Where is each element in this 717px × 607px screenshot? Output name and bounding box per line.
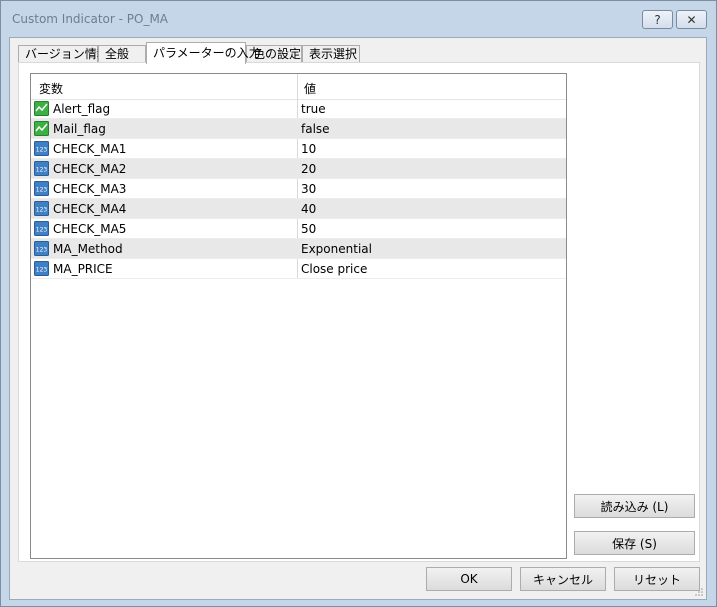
param-value[interactable]: 50 (301, 222, 316, 236)
svg-text:123: 123 (36, 167, 48, 174)
load-button[interactable]: 読み込み (L) (574, 494, 695, 518)
header-value: 値 (304, 82, 317, 96)
param-value[interactable]: 10 (301, 142, 316, 156)
ok-button[interactable]: OK (426, 567, 512, 591)
cancel-button[interactable]: キャンセル (520, 567, 606, 591)
param-name: CHECK_MA1 (53, 142, 127, 156)
tab-version-info[interactable]: バージョン情報 (18, 45, 109, 63)
dialog-content: バージョン情報 全般 パラメーターの入力 色の設定 表示選択 変数 値 Aler… (9, 37, 707, 600)
param-value[interactable]: 30 (301, 182, 316, 196)
param-value[interactable]: 20 (301, 162, 316, 176)
parameters-panel: 変数 値 Alert_flag true Mail_flag false 123… (18, 62, 700, 562)
table-header: 変数 値 (31, 74, 566, 100)
param-name: CHECK_MA4 (53, 202, 127, 216)
param-value[interactable]: 40 (301, 202, 316, 216)
param-name: CHECK_MA5 (53, 222, 127, 236)
close-button[interactable]: ✕ (676, 10, 707, 29)
bool-icon (34, 121, 49, 136)
svg-text:123: 123 (36, 227, 48, 234)
param-name: MA_Method (53, 242, 123, 256)
svg-text:123: 123 (36, 207, 48, 214)
param-value[interactable]: Exponential (301, 242, 372, 256)
table-row[interactable]: 123 CHECK_MA4 40 (31, 199, 566, 219)
number-icon: 123 (34, 261, 49, 276)
table-row[interactable]: 123 CHECK_MA3 30 (31, 179, 566, 199)
param-name: Alert_flag (53, 102, 111, 116)
param-name: MA_PRICE (53, 262, 113, 276)
table-row[interactable]: 123 MA_PRICE Close price (31, 259, 566, 279)
save-button[interactable]: 保存 (S) (574, 531, 695, 555)
table-row[interactable]: 123 CHECK_MA2 20 (31, 159, 566, 179)
param-name: CHECK_MA2 (53, 162, 127, 176)
header-variable: 変数 (39, 82, 64, 96)
resize-grip-icon[interactable] (694, 587, 704, 597)
tab-general[interactable]: 全般 (98, 45, 146, 63)
table-row[interactable]: 123 CHECK_MA1 10 (31, 139, 566, 159)
svg-text:123: 123 (36, 187, 48, 194)
table-row[interactable]: Alert_flag true (31, 99, 566, 119)
title-bar: Custom Indicator - PO_MA ? ✕ (1, 1, 716, 37)
svg-text:123: 123 (36, 267, 48, 274)
tab-parameters[interactable]: パラメーターの入力 (146, 42, 261, 64)
table-row[interactable]: 123 CHECK_MA5 50 (31, 219, 566, 239)
number-icon: 123 (34, 141, 49, 156)
tab-visualization[interactable]: 表示選択 (302, 45, 360, 63)
number-icon: 123 (34, 241, 49, 256)
param-value[interactable]: true (301, 102, 326, 116)
bool-icon (34, 101, 49, 116)
dialog-window: Custom Indicator - PO_MA ? ✕ バージョン情報 全般 … (0, 0, 717, 607)
close-icon: ✕ (686, 12, 697, 27)
window-title: Custom Indicator - PO_MA (12, 12, 169, 26)
svg-text:123: 123 (36, 247, 48, 254)
param-value[interactable]: false (301, 122, 330, 136)
param-name: CHECK_MA3 (53, 182, 127, 196)
table-row[interactable]: 123 MA_Method Exponential (31, 239, 566, 259)
param-value[interactable]: Close price (301, 262, 367, 276)
param-name: Mail_flag (53, 122, 106, 136)
number-icon: 123 (34, 181, 49, 196)
reset-button[interactable]: リセット (614, 567, 700, 591)
number-icon: 123 (34, 201, 49, 216)
svg-text:123: 123 (36, 147, 48, 154)
number-icon: 123 (34, 161, 49, 176)
number-icon: 123 (34, 221, 49, 236)
table-row[interactable]: Mail_flag false (31, 119, 566, 139)
help-icon: ? (654, 12, 661, 27)
help-button[interactable]: ? (642, 10, 673, 29)
parameters-table[interactable]: 変数 値 Alert_flag true Mail_flag false 123… (30, 73, 567, 559)
